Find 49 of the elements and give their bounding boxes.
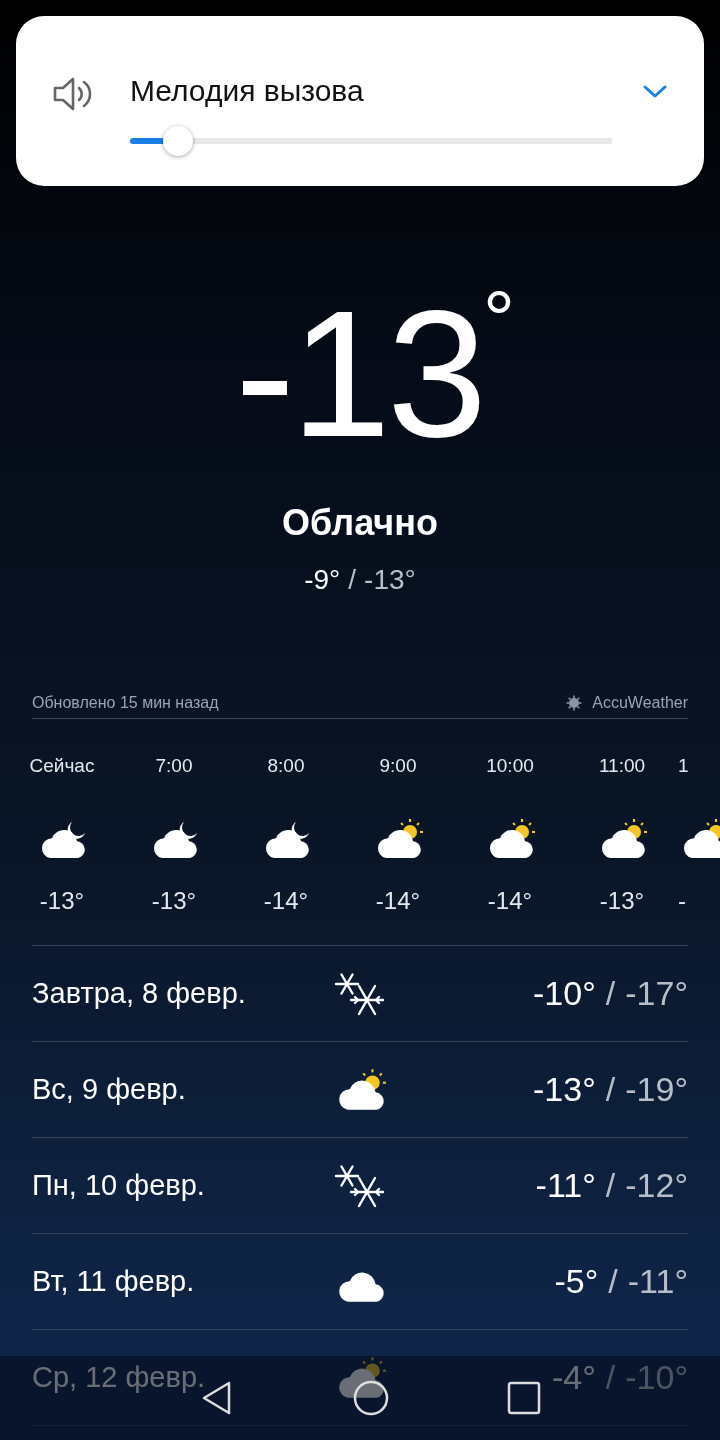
hour-temp: -13° <box>39 887 85 915</box>
provider-icon <box>566 695 583 711</box>
updated-text: Обновлено 15 мин назад <box>32 694 219 712</box>
hour-temp: -14° <box>487 887 533 915</box>
hour-label: 7:00 <box>155 755 193 778</box>
high-temp: -10° <box>533 974 596 1013</box>
day-label: Ср, 12 февр. <box>32 1361 207 1394</box>
separator: / <box>605 1166 616 1205</box>
hour-temp: -14° <box>375 887 421 915</box>
separator: / <box>605 974 616 1013</box>
high-temp: -11° <box>535 1166 596 1205</box>
low-temp: -10° <box>625 1358 688 1397</box>
separator: / <box>348 564 357 596</box>
hour-temp: -13° <box>151 887 197 915</box>
low-temp: -13° <box>364 564 416 596</box>
speaker-icon <box>52 76 94 112</box>
hour-label: 9:00 <box>379 755 417 778</box>
hour-label: 8:00 <box>267 755 305 778</box>
temperature: -13 <box>234 274 484 474</box>
recents-icon[interactable] <box>507 1381 542 1415</box>
hour-temp: -14° <box>263 887 309 915</box>
degree-sign: ° <box>483 280 516 360</box>
day-label: Вс, 9 февр. <box>32 1073 187 1106</box>
low-temp: -11° <box>627 1262 688 1301</box>
hour-label: Сейчас <box>29 755 95 778</box>
high-temp: -13° <box>533 1070 596 1109</box>
condition: Облачно <box>282 502 438 544</box>
volume-title: Мелодия вызова <box>130 74 365 108</box>
low-temp: -17° <box>625 974 688 1013</box>
provider-name: AccuWeather <box>592 694 688 712</box>
high-temp: -5° <box>554 1262 599 1301</box>
high-temp: -4° <box>551 1358 596 1397</box>
low-temp: -19° <box>625 1070 688 1109</box>
day-label: Пн, 10 февр. <box>32 1169 206 1202</box>
hour-label: 1 <box>678 755 689 778</box>
separator: / <box>608 1262 618 1301</box>
hour-label: 11:00 <box>598 755 646 778</box>
chevron-down-icon[interactable] <box>642 84 668 100</box>
slider-thumb[interactable] <box>162 126 193 156</box>
day-label: Завтра, 8 февр. <box>32 977 247 1010</box>
hour-label: 10:00 <box>486 755 534 778</box>
day-label: Вт, 11 февр. <box>32 1265 196 1298</box>
low-temp: -12° <box>625 1166 688 1205</box>
hour-temp: -13° <box>599 887 645 915</box>
separator: / <box>605 1358 616 1397</box>
separator: / <box>605 1070 616 1109</box>
home-icon[interactable] <box>352 1379 390 1417</box>
hour-temp: - <box>678 887 686 915</box>
high-temp: -9° <box>304 564 341 596</box>
